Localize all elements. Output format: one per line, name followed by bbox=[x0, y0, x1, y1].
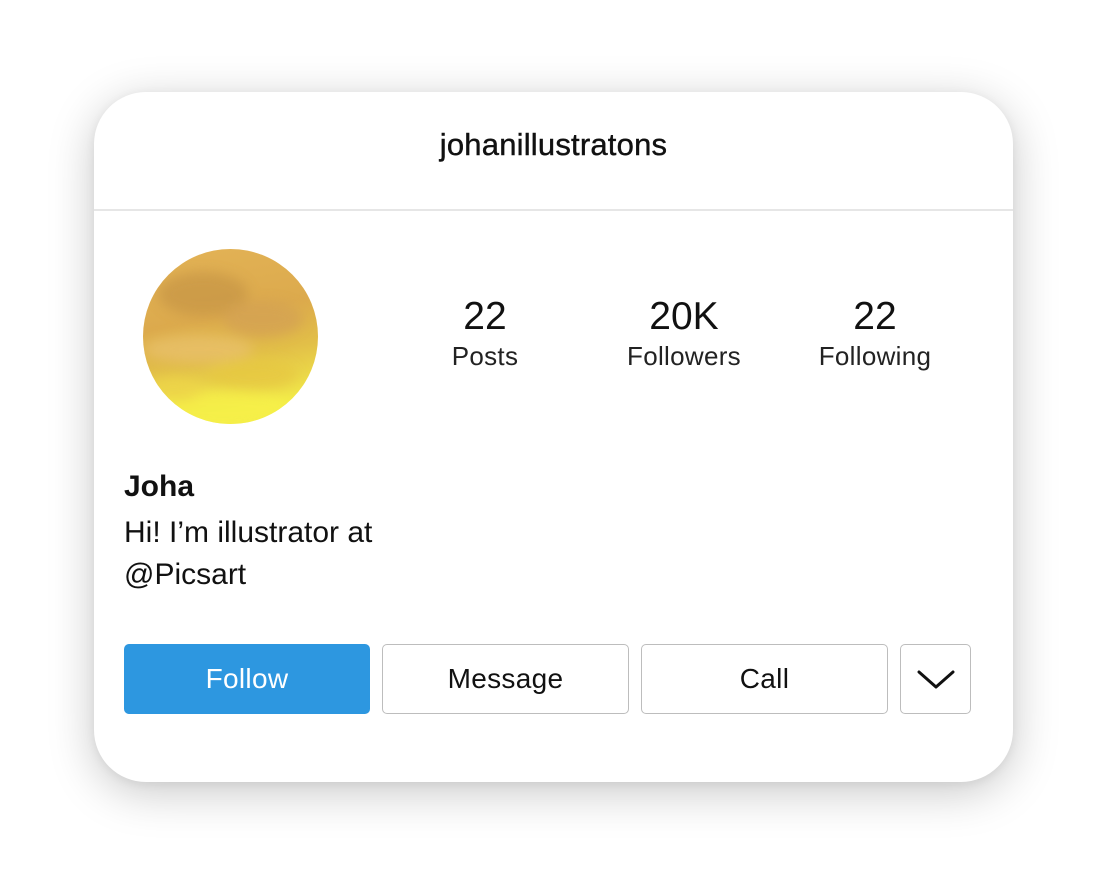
stat-posts[interactable]: 22 Posts bbox=[405, 295, 565, 373]
message-button[interactable]: Message bbox=[382, 644, 629, 714]
avatar[interactable] bbox=[143, 249, 318, 424]
bio: Hi! I’m illustrator at @Picsart bbox=[124, 512, 464, 596]
display-name: Joha bbox=[124, 470, 195, 503]
bio-line: Hi! I’m illustrator at bbox=[124, 516, 373, 549]
following-label: Following bbox=[818, 341, 932, 371]
following-count: 22 bbox=[853, 295, 897, 338]
followers-count: 20K bbox=[649, 295, 719, 338]
posts-count: 22 bbox=[463, 295, 507, 338]
call-button[interactable]: Call bbox=[641, 644, 888, 714]
followers-label: Followers bbox=[627, 341, 741, 371]
more-options-button[interactable] bbox=[900, 644, 971, 714]
bio-line: @Picsart bbox=[124, 558, 247, 591]
stat-followers[interactable]: 20K Followers bbox=[604, 295, 764, 373]
posts-label: Posts bbox=[451, 341, 519, 371]
avatar-image bbox=[143, 249, 318, 424]
follow-button[interactable]: Follow bbox=[124, 644, 370, 714]
profile-header: johanillustratons bbox=[94, 92, 1013, 211]
chevron-down-icon bbox=[917, 670, 954, 689]
username-title: johanillustratons bbox=[439, 126, 668, 162]
stat-following[interactable]: 22 Following bbox=[795, 295, 955, 373]
profile-card: johanillustratons 22 Posts 20K Followers… bbox=[94, 92, 1013, 782]
